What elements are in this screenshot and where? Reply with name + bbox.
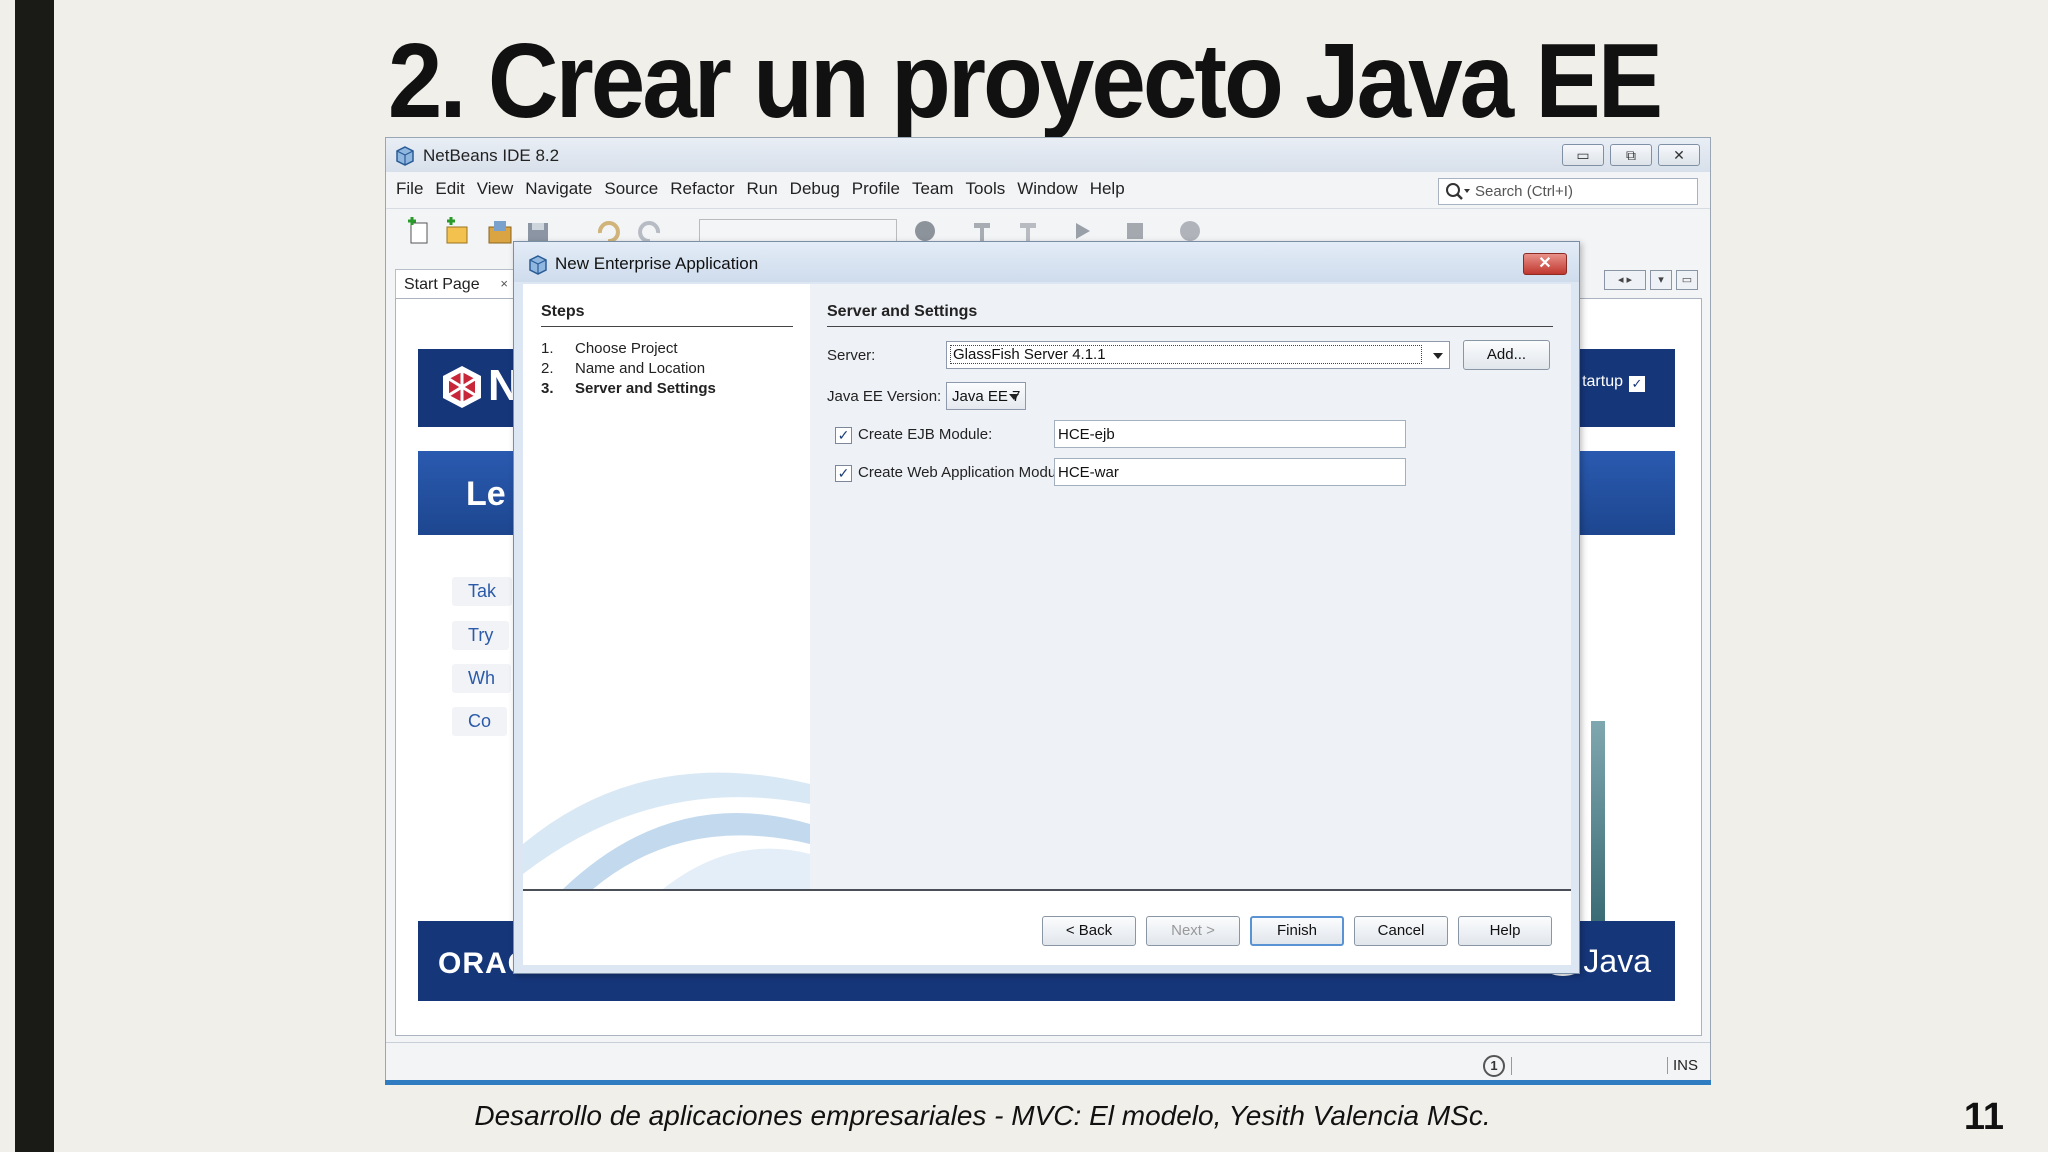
step-server-and-settings: 3. Server and Settings <box>541 380 716 397</box>
steps-panel: Steps 1. Choose Project 2. Name and Locati… <box>523 284 810 889</box>
start-page-link[interactable]: Tak <box>452 577 513 606</box>
section-title: Server and Settings <box>827 303 978 320</box>
next-button[interactable]: Next > <box>1146 916 1240 946</box>
step-label: Name and Location <box>575 360 706 377</box>
tab-start-page-label: Start Page <box>404 276 480 293</box>
menu-refactor[interactable]: Refactor <box>670 179 734 199</box>
create-war-checkbox[interactable]: ✓ <box>835 465 852 482</box>
ejb-module-name-field[interactable]: HCE-ejb <box>1054 420 1406 448</box>
ide-titlebar[interactable]: NetBeans IDE 8.2 ▭ ⧉ ✕ <box>386 138 1710 172</box>
tab-maximize-icon[interactable]: ▭ <box>1676 270 1698 290</box>
cancel-button[interactable]: Cancel <box>1354 916 1448 946</box>
notification-icon[interactable]: 1 <box>1483 1055 1505 1077</box>
show-on-startup-checkbox[interactable]: ✓ <box>1629 376 1645 392</box>
maximize-button[interactable]: ⧉ <box>1610 144 1652 166</box>
help-button[interactable]: Help <box>1458 916 1552 946</box>
steps-title: Steps <box>541 303 585 320</box>
menu-source[interactable]: Source <box>604 179 658 199</box>
create-ejb-label: Create EJB Module: <box>858 426 993 443</box>
step-choose-project: 1. Choose Project <box>541 340 678 357</box>
show-on-startup-label: tartup <box>1582 373 1623 390</box>
start-page-link[interactable]: Wh <box>452 664 511 693</box>
show-on-startup[interactable]: tartup ✓ <box>1582 373 1645 392</box>
server-select[interactable]: GlassFish Server 4.1.1 <box>946 341 1450 369</box>
dialog-title: New Enterprise Application <box>555 254 759 273</box>
netbeans-cube-icon <box>529 255 547 275</box>
insert-mode-indicator: INS <box>1666 1057 1698 1074</box>
new-enterprise-application-dialog: New Enterprise Application ✕ Steps 1. Cho… <box>513 241 1580 974</box>
step-number: 3. <box>541 380 554 397</box>
configuration-combo[interactable] <box>699 219 897 243</box>
status-bar: 1 INS <box>386 1042 1710 1080</box>
menu-edit[interactable]: Edit <box>435 179 464 199</box>
section-divider <box>827 326 1553 327</box>
start-page-link[interactable]: Try <box>452 621 510 650</box>
search-placeholder: Search (Ctrl+I) <box>1475 183 1573 200</box>
javaee-version-label: Java EE Version: <box>827 388 942 405</box>
step-number: 1. <box>541 340 554 357</box>
ide-title: NetBeans IDE 8.2 <box>423 146 560 165</box>
status-separator <box>1511 1057 1512 1075</box>
step-label: Server and Settings <box>575 380 716 397</box>
ide-bottom-border <box>385 1080 1711 1085</box>
dialog-footer-divider <box>523 889 1571 891</box>
decorative-swoosh <box>523 772 810 889</box>
tab-start-page[interactable]: Start Page × <box>395 269 515 299</box>
slide-footer: Desarrollo de aplicaciones empresariales… <box>474 1100 1491 1131</box>
slide-page-number: 11 <box>1963 1096 2004 1138</box>
search-box[interactable]: Search (Ctrl+I) <box>1438 178 1698 205</box>
server-select-value: GlassFish Server 4.1.1 <box>950 345 1422 364</box>
menu-navigate[interactable]: Navigate <box>525 179 592 199</box>
server-label: Server: <box>827 347 876 364</box>
start-page-link[interactable]: Co <box>452 707 508 736</box>
netbeans-cube-icon <box>396 146 414 166</box>
step-label: Choose Project <box>575 340 678 357</box>
search-icon <box>1446 182 1470 200</box>
chevron-down-icon <box>1009 394 1019 400</box>
finish-button[interactable]: Finish <box>1250 916 1344 946</box>
javaee-version-select[interactable]: Java EE 7 <box>946 382 1026 410</box>
start-page-band-text: Le <box>466 475 506 513</box>
start-page-card-edge <box>1591 721 1605 921</box>
settings-panel: Server and Settings Server: GlassFish Se… <box>810 284 1571 889</box>
menu-debug[interactable]: Debug <box>790 179 840 199</box>
open-project-icon[interactable] <box>486 217 514 245</box>
menu-team[interactable]: Team <box>912 179 954 199</box>
step-name-and-location: 2. Name and Location <box>541 360 705 377</box>
menu-file[interactable]: File <box>396 179 423 199</box>
dialog-titlebar[interactable]: New Enterprise Application ✕ <box>514 242 1579 282</box>
dialog-close-button[interactable]: ✕ <box>1523 253 1567 275</box>
menu-window[interactable]: Window <box>1017 179 1077 199</box>
new-file-icon[interactable] <box>404 217 432 245</box>
menu-help[interactable]: Help <box>1090 179 1125 199</box>
dialog-body: Steps 1. Choose Project 2. Name and Locati… <box>523 284 1571 965</box>
step-number: 2. <box>541 360 554 377</box>
new-project-icon[interactable] <box>443 217 471 245</box>
menu-profile[interactable]: Profile <box>852 179 900 199</box>
slide-title: 2. Crear un proyecto Java EE <box>387 21 1663 140</box>
menu-run[interactable]: Run <box>746 179 777 199</box>
back-button[interactable]: < Back <box>1042 916 1136 946</box>
chevron-down-icon <box>1433 353 1443 359</box>
war-module-name-field[interactable]: HCE-war <box>1054 458 1406 486</box>
add-server-button[interactable]: Add... <box>1463 340 1550 370</box>
steps-divider <box>541 326 793 327</box>
tab-list-icon[interactable]: ▾ <box>1650 270 1672 290</box>
menu-view[interactable]: View <box>477 179 514 199</box>
java-logo-text: Java <box>1583 943 1651 979</box>
tab-close-icon[interactable]: × <box>500 276 508 291</box>
create-ejb-checkbox[interactable]: ✓ <box>835 427 852 444</box>
create-war-label: Create Web Application Module: <box>858 464 1073 481</box>
tab-scroll-arrows-icon[interactable]: ◂ ▸ <box>1604 270 1646 290</box>
minimize-button[interactable]: ▭ <box>1562 144 1604 166</box>
window-close-button[interactable]: ✕ <box>1658 144 1700 166</box>
slide-left-bar <box>15 0 54 1152</box>
menu-tools[interactable]: Tools <box>966 179 1006 199</box>
netbeans-logo-icon <box>443 366 481 408</box>
